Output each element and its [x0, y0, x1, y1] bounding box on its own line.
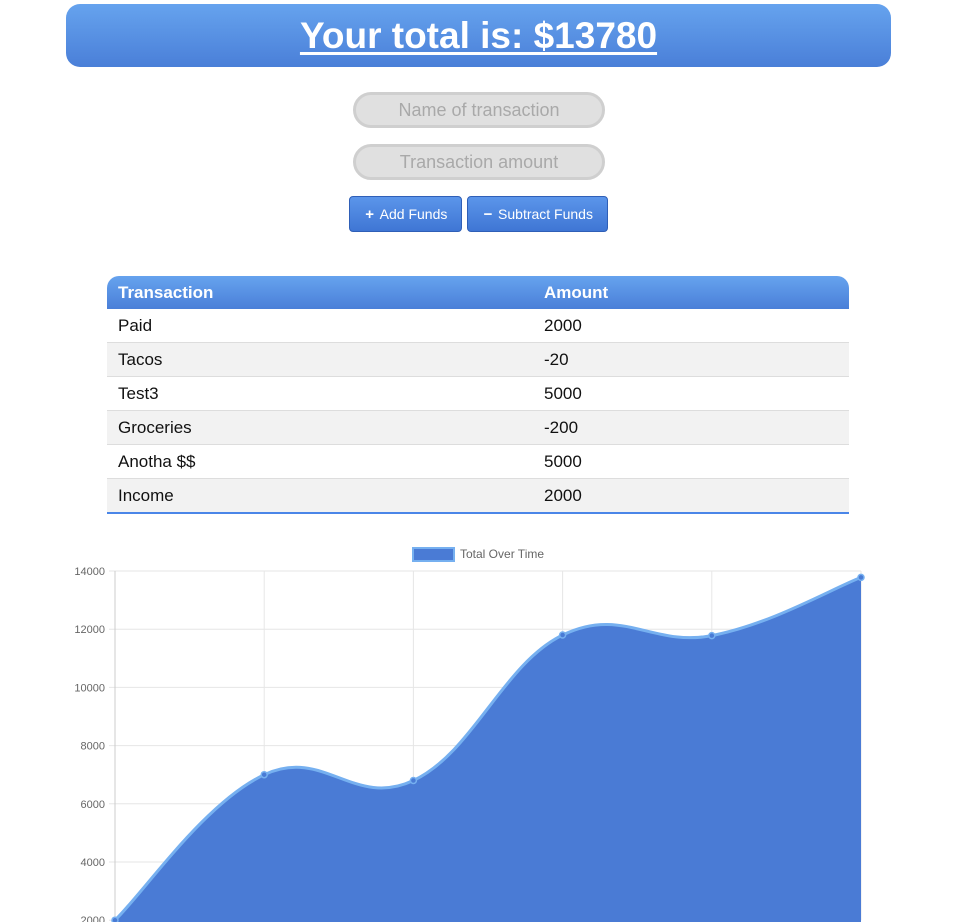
legend-swatch — [412, 547, 455, 562]
minus-icon: − — [483, 205, 493, 223]
transaction-amount-cell: -200 — [533, 411, 849, 445]
table-header-row: Transaction Amount — [107, 276, 849, 309]
transaction-name-cell: Tacos — [107, 343, 533, 377]
header-transaction: Transaction — [107, 276, 533, 309]
transaction-amount-cell: 2000 — [533, 309, 849, 343]
y-tick-label: 12000 — [74, 624, 105, 636]
add-funds-button[interactable]: + Add Funds — [349, 196, 462, 232]
y-tick-label: 4000 — [81, 857, 105, 869]
subtract-funds-label: Subtract Funds — [498, 206, 593, 222]
transaction-name-input[interactable] — [353, 92, 605, 128]
transaction-name-cell: Paid — [107, 309, 533, 343]
table-row: Groceries -200 — [107, 411, 849, 445]
header-amount: Amount — [533, 276, 849, 309]
transaction-amount-cell: 5000 — [533, 445, 849, 479]
transaction-amount-cell: 2000 — [533, 479, 849, 514]
transactions-table: Transaction Amount Paid 2000 Tacos -20 T… — [107, 276, 849, 514]
table-row: Tacos -20 — [107, 343, 849, 377]
total-chart-svg: 2000 4000 6000 8000 10000 12000 14000 Total Ove… — [74, 547, 865, 922]
y-tick-label: 14000 — [74, 566, 105, 578]
data-point — [111, 916, 119, 922]
budget-page: Your total is: $13780 + Add Funds − Subt… — [0, 0, 962, 922]
data-point — [260, 770, 268, 779]
y-tick-label: 8000 — [81, 741, 105, 753]
table-row: Anotha $$ 5000 — [107, 445, 849, 479]
transaction-amount-input[interactable] — [353, 144, 605, 180]
data-point — [558, 631, 567, 639]
total-heading: Your total is: $13780 — [299, 14, 658, 56]
data-point — [857, 573, 865, 582]
plus-icon: + — [365, 205, 375, 223]
table-row: Test3 5000 — [107, 377, 849, 411]
data-point — [409, 776, 418, 785]
add-funds-label: Add Funds — [379, 206, 448, 222]
transaction-name-cell: Anotha $$ — [107, 445, 533, 479]
transaction-name-cell: Income — [107, 479, 533, 514]
y-tick-label: 6000 — [81, 799, 105, 811]
transaction-name-cell: Test3 — [107, 377, 533, 411]
y-tick-label: 10000 — [74, 682, 105, 694]
total-chart: 2000 4000 6000 8000 10000 12000 14000 Total Ove… — [0, 540, 962, 922]
data-point — [708, 631, 716, 640]
y-tick-label: 2000 — [81, 915, 105, 922]
subtract-funds-button[interactable]: − Subtract Funds — [467, 196, 608, 232]
table-row: Income 2000 — [107, 479, 849, 514]
transaction-amount-cell: 5000 — [533, 377, 849, 411]
total-banner: Your total is: $13780 — [66, 4, 891, 67]
legend-label: Total Over Time — [460, 547, 544, 561]
transaction-amount-cell: -20 — [533, 343, 849, 377]
table-row: Paid 2000 — [107, 309, 849, 343]
transaction-name-cell: Groceries — [107, 411, 533, 445]
